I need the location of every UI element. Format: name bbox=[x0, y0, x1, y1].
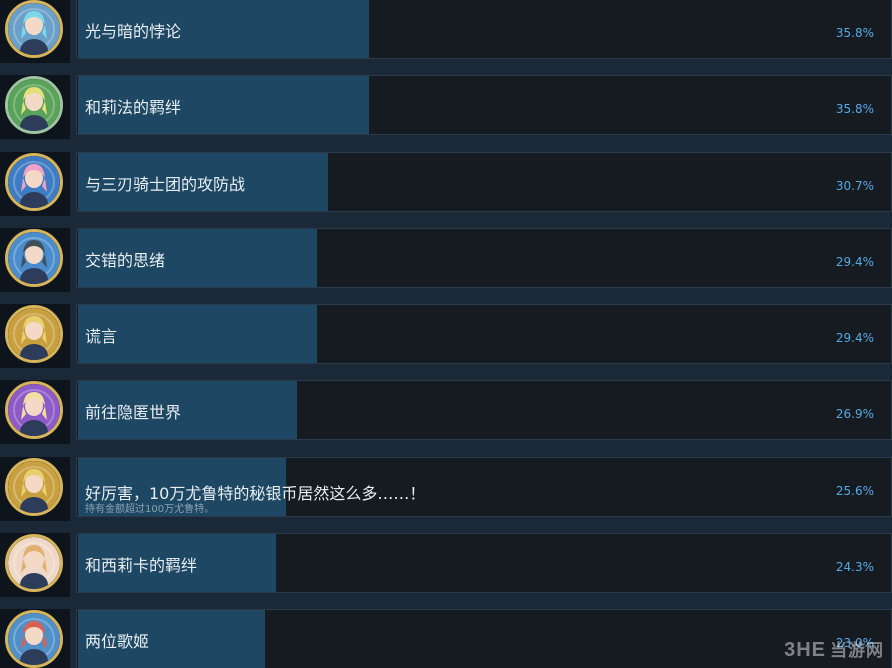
unlock-percentage: 29.4% bbox=[835, 254, 874, 269]
achievement-panel: 好厉害，10万尤鲁特的秘银币居然这么多……！ 持有金额超过100万尤鲁特。 25.6… bbox=[76, 456, 892, 517]
achievement-character-icon bbox=[5, 152, 63, 211]
achievement-panel: 光与暗的悖论 35.8% bbox=[76, 0, 892, 59]
achievement-title: 和莉法的羁绊 bbox=[85, 98, 182, 118]
achievement-panel: 前往隐匿世界 26.9% bbox=[76, 380, 892, 441]
unlock-percentage: 26.9% bbox=[835, 407, 874, 422]
achievement-icon-frame bbox=[0, 456, 70, 521]
achievement-character-icon bbox=[5, 381, 63, 440]
achievement-icon-frame bbox=[0, 304, 70, 368]
achievement-row[interactable]: 和西莉卡的羁绊 24.3% bbox=[0, 532, 892, 609]
achievement-character-icon bbox=[5, 0, 63, 58]
achievement-title: 与三刃骑士团的攻防战 bbox=[85, 174, 246, 194]
achievement-character-icon bbox=[5, 610, 63, 668]
achievement-panel: 和莉法的羁绊 35.8% bbox=[76, 75, 892, 136]
achievement-panel: 和西莉卡的羁绊 24.3% bbox=[76, 532, 892, 593]
achievement-icon-frame bbox=[0, 609, 70, 668]
achievement-icon-frame bbox=[0, 532, 70, 597]
achievement-character-icon bbox=[5, 228, 63, 287]
unlock-percentage: 29.4% bbox=[835, 331, 874, 345]
achievement-icon-frame bbox=[0, 380, 70, 445]
unlock-percentage: 35.8% bbox=[835, 26, 874, 40]
achievement-panel: 谎言 29.4% bbox=[76, 304, 892, 364]
achievement-icon-frame bbox=[0, 227, 70, 292]
unlock-percentage: 35.8% bbox=[835, 102, 874, 117]
achievement-panel: 两位歌姬 23.0% bbox=[76, 609, 892, 668]
achievement-row[interactable]: 和莉法的羁绊 35.8% bbox=[0, 75, 892, 151]
achievement-row[interactable]: 光与暗的悖论 35.8% bbox=[0, 0, 892, 75]
achievement-icon-frame bbox=[0, 75, 70, 140]
achievement-title: 光与暗的悖论 bbox=[85, 22, 182, 41]
achievement-panel: 与三刃骑士团的攻防战 30.7% bbox=[76, 151, 892, 212]
achievement-panel: 交错的思绪 29.4% bbox=[76, 227, 892, 288]
watermark-logo: 3HE 当游网 bbox=[784, 639, 884, 661]
achievement-row[interactable]: 谎言 29.4% bbox=[0, 304, 892, 380]
achievement-row[interactable]: 前往隐匿世界 26.9% bbox=[0, 380, 892, 456]
achievement-title: 两位歌姬 bbox=[85, 632, 150, 651]
achievement-title: 和西莉卡的羁绊 bbox=[85, 555, 198, 575]
achievement-title: 交错的思绪 bbox=[85, 250, 166, 270]
achievement-row[interactable]: 两位歌姬 23.0% bbox=[0, 609, 892, 668]
unlock-percentage: 25.6% bbox=[835, 483, 874, 498]
achievement-row[interactable]: 交错的思绪 29.4% bbox=[0, 227, 892, 304]
unlock-percentage: 30.7% bbox=[835, 178, 874, 193]
achievement-title: 谎言 bbox=[85, 327, 118, 346]
achievement-title: 前往隐匿世界 bbox=[85, 403, 182, 423]
achievement-character-icon bbox=[5, 76, 63, 135]
unlock-percentage: 24.3% bbox=[835, 559, 874, 574]
achievement-row[interactable]: 与三刃骑士团的攻防战 30.7% bbox=[0, 151, 892, 228]
achievement-character-icon bbox=[5, 533, 63, 592]
achievement-icon-frame bbox=[0, 151, 70, 216]
achievement-character-icon bbox=[5, 457, 63, 516]
achievement-list: 光与暗的悖论 35.8% 和莉法的羁绊 35.8% 与三刃骑士团的攻防战 30.7% 交错的… bbox=[0, 0, 892, 668]
achievement-character-icon bbox=[5, 305, 63, 363]
achievement-description: 持有金额超过100万尤鲁特。 bbox=[85, 503, 215, 515]
achievement-row[interactable]: 好厉害，10万尤鲁特的秘银币居然这么多……！ 持有金额超过100万尤鲁特。 25.6… bbox=[0, 456, 892, 533]
achievement-icon-frame bbox=[0, 0, 70, 63]
